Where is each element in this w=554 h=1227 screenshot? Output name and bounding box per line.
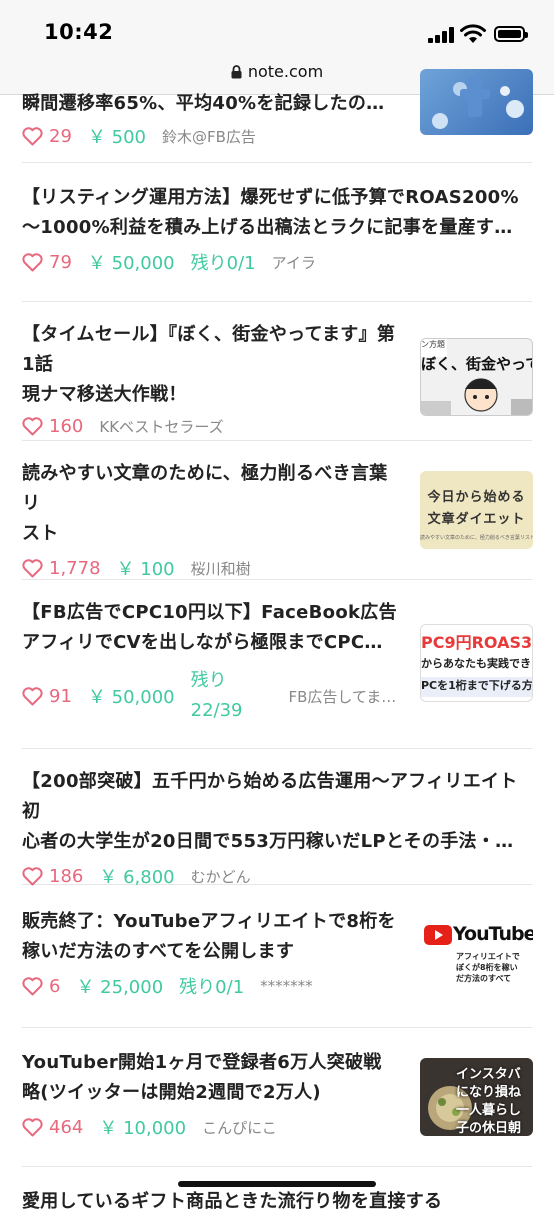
like-button[interactable]: 91 bbox=[22, 686, 72, 707]
article-title: 【リスティング運用方法】爆死せずに低予算でROAS200% 〜1000%利益を積… bbox=[22, 187, 519, 238]
article-title: 【200部突破】五千円から始める広告運用〜アフィリエイト初 心者の大学生が20日… bbox=[22, 771, 518, 852]
article-thumbnail[interactable]: ン方題 ぼく、街金やってま bbox=[420, 338, 533, 416]
like-count: 79 bbox=[49, 251, 72, 273]
like-button[interactable]: 79 bbox=[22, 252, 72, 273]
article-title: YouTuber開始1ヶ月で登録者6万人突破戦 略(ツイッターは開始2週間で2万… bbox=[22, 1052, 382, 1103]
manga-illustration bbox=[421, 378, 532, 415]
author-name[interactable]: 鈴木@FB広告 bbox=[162, 126, 256, 147]
author-name[interactable]: FB広告してま… bbox=[289, 686, 397, 707]
price: ￥ 25,000 bbox=[76, 977, 164, 998]
article-item[interactable]: 【リスティング運用方法】爆死せずに低予算でROAS200% 〜1000%利益を積… bbox=[22, 163, 532, 302]
heart-icon bbox=[22, 417, 43, 436]
like-count: 160 bbox=[49, 416, 84, 437]
facebook-like-thumbnail-image bbox=[432, 77, 524, 129]
status-time: 10:42 bbox=[44, 20, 114, 44]
price: ￥ 50,000 bbox=[87, 687, 175, 708]
thumb-caption: 読みやすい文章のために、極力削るべき言葉リスト bbox=[420, 535, 533, 541]
thumb-line-2: 文章ダイエット bbox=[427, 512, 526, 527]
youtube-logo-icon bbox=[424, 925, 452, 945]
stock-remaining: 残り0/1 bbox=[179, 977, 245, 998]
article-item[interactable]: 【タイムセール】『ぼく、街金やってます』第1話 現ナマ移送大作戦！ 160 KK… bbox=[22, 302, 533, 441]
author-name[interactable]: むかどん bbox=[191, 866, 251, 887]
heart-icon bbox=[22, 976, 43, 995]
status-bar: 10:42 bbox=[0, 0, 554, 60]
article-title: 【タイムセール】『ぼく、街金やってます』第1話 現ナマ移送大作戦！ bbox=[22, 324, 396, 405]
battery-icon bbox=[494, 26, 528, 42]
article-title: 愛用しているギフト商品ときた流行り物を直接する bbox=[22, 1191, 443, 1212]
like-count: 6 bbox=[49, 975, 61, 997]
heart-icon bbox=[22, 686, 43, 705]
like-count: 91 bbox=[49, 685, 72, 707]
heart-icon bbox=[22, 1117, 43, 1136]
youtube-wordmark: YouTube bbox=[453, 923, 533, 945]
article-title: 販売終了：YouTubeアフィリエイトで8桁を 稼いだ方法のすべてを公開します bbox=[22, 911, 396, 962]
home-indicator[interactable] bbox=[178, 1181, 376, 1187]
article-meta: 1,778 ￥ 100 桜川和樹 bbox=[22, 555, 532, 581]
like-button[interactable]: 29 bbox=[22, 126, 72, 147]
thumb-overlay-text: インスタバ になり損ね 一人暮らし 子の休日朝 bbox=[456, 1067, 522, 1136]
thumb-footer: PCを1桁まで下げる方法 bbox=[421, 677, 532, 697]
wifi-icon bbox=[460, 24, 486, 43]
article-list: 瞬間遷移率65%、平均40%を記録したの… 29 ￥ 500 鈴木@FB広告 【… bbox=[0, 69, 554, 1227]
article-item[interactable]: 【FB広告でCPC10円以下】FaceBook広告 アフィリでCVを出しながら極… bbox=[22, 580, 533, 749]
like-count: 464 bbox=[49, 1116, 84, 1138]
price: ￥ 10,000 bbox=[99, 1118, 187, 1139]
article-thumbnail[interactable]: 今日から始める 文章ダイエット 読みやすい文章のために、極力削るべき言葉リスト bbox=[420, 471, 533, 549]
article-meta: 160 KKベストセラーズ bbox=[22, 416, 532, 437]
article-item[interactable]: 読みやすい文章のために、極力削るべき言葉リ スト 1,778 ￥ 100 桜川和… bbox=[22, 441, 533, 581]
article-title: 読みやすい文章のために、極力削るべき言葉リ スト bbox=[22, 463, 388, 544]
like-button[interactable]: 160 bbox=[22, 416, 83, 437]
like-button[interactable]: 464 bbox=[22, 1117, 83, 1138]
article-item[interactable]: 販売終了：YouTubeアフィリエイトで8桁を 稼いだ方法のすべてを公開します … bbox=[22, 885, 533, 1028]
author-name[interactable]: ******* bbox=[260, 977, 313, 995]
like-count: 29 bbox=[49, 125, 72, 147]
article-thumbnail[interactable] bbox=[420, 69, 533, 135]
article-item[interactable]: 瞬間遷移率65%、平均40%を記録したの… 29 ￥ 500 鈴木@FB広告 bbox=[22, 69, 533, 163]
author-name[interactable]: アイラ bbox=[272, 252, 316, 273]
like-button[interactable]: 186 bbox=[22, 866, 83, 887]
author-name[interactable]: 桜川和樹 bbox=[191, 558, 251, 579]
article-item[interactable]: 【200部突破】五千円から始める広告運用〜アフィリエイト初 心者の大学生が20日… bbox=[22, 749, 532, 888]
author-name[interactable]: KKベストセラーズ bbox=[99, 416, 223, 437]
article-meta: 79 ￥ 50,000 残り0/1 アイラ bbox=[22, 249, 532, 275]
thumb-caption: アフィリエイトで ぼくが8桁を稼い だ方法のすべて bbox=[456, 952, 520, 983]
like-button[interactable]: 1,778 bbox=[22, 558, 101, 579]
cellular-signal-icon bbox=[428, 26, 456, 43]
heart-icon bbox=[22, 558, 43, 577]
article-item[interactable]: YouTuber開始1ヶ月で登録者6万人突破戦 略(ツイッターは開始2週間で2万… bbox=[22, 1028, 533, 1167]
heart-icon bbox=[22, 252, 43, 271]
article-thumbnail[interactable]: インスタバ になり損ね 一人暮らし 子の休日朝 bbox=[420, 1058, 533, 1136]
author-name[interactable]: こんぴにこ bbox=[202, 1117, 277, 1138]
thumb-subline: からあなたも実践でき bbox=[421, 657, 531, 670]
price: ￥ 500 bbox=[87, 127, 146, 148]
heart-icon bbox=[22, 126, 43, 145]
article-title: 【FB広告でCPC10円以下】FaceBook広告 アフィリでCVを出しながら極… bbox=[22, 602, 397, 653]
like-count: 186 bbox=[49, 865, 84, 887]
article-title: 瞬間遷移率65%、平均40%を記録したの… bbox=[22, 93, 385, 114]
lock-icon bbox=[231, 64, 242, 78]
price: ￥ 50,000 bbox=[87, 253, 175, 274]
price: ￥ 100 bbox=[116, 559, 175, 580]
article-thumbnail[interactable]: PC9円ROAS383 からあなたも実践でき PCを1桁まで下げる方法 bbox=[420, 624, 533, 702]
like-count: 1,778 bbox=[49, 557, 101, 579]
thumb-line-1: 今日から始める bbox=[427, 490, 526, 505]
heart-icon bbox=[22, 866, 43, 885]
thumb-headline: PC9円ROAS383 bbox=[421, 633, 533, 652]
like-button[interactable]: 6 bbox=[22, 976, 60, 997]
article-thumbnail[interactable]: YouTube アフィリエイトで ぼくが8桁を稼い だ方法のすべて bbox=[420, 915, 533, 993]
stock-remaining: 残り0/1 bbox=[190, 253, 256, 274]
url-text: note.com bbox=[247, 62, 324, 81]
article-item[interactable]: 愛用しているギフト商品ときた流行り物を直接する bbox=[22, 1167, 532, 1227]
stock-remaining: 残り 22/39 bbox=[190, 670, 243, 721]
